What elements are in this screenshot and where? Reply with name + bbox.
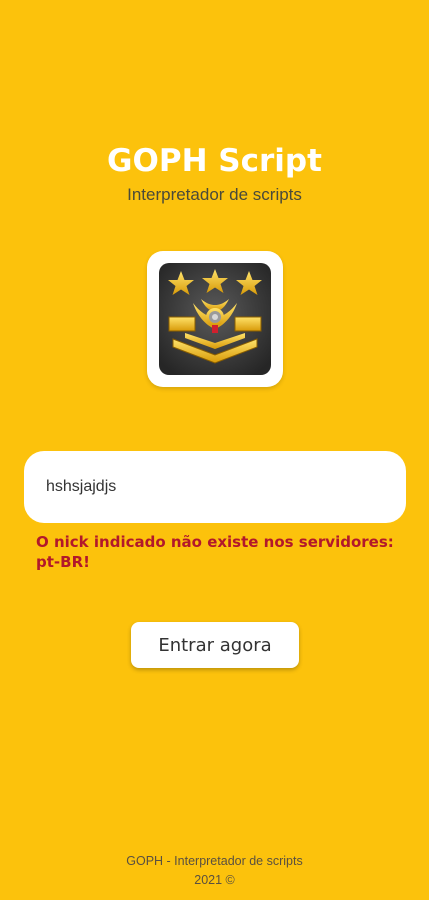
footer-copyright: 2021 © [194, 873, 235, 887]
error-message: O nick indicado não existe nos servidore… [36, 533, 394, 571]
app-subtitle: Interpretador de scripts [127, 185, 302, 204]
footer-app-name: GOPH - Interpretador de scripts [126, 854, 303, 868]
military-badge-icon [159, 263, 271, 375]
app-title: GOPH Script [107, 143, 322, 179]
nick-input[interactable] [24, 451, 406, 523]
app-logo [147, 251, 283, 387]
enter-now-button[interactable]: Entrar agora [131, 622, 299, 668]
footer: GOPH - Interpretador de scripts 2021 © [0, 852, 429, 890]
